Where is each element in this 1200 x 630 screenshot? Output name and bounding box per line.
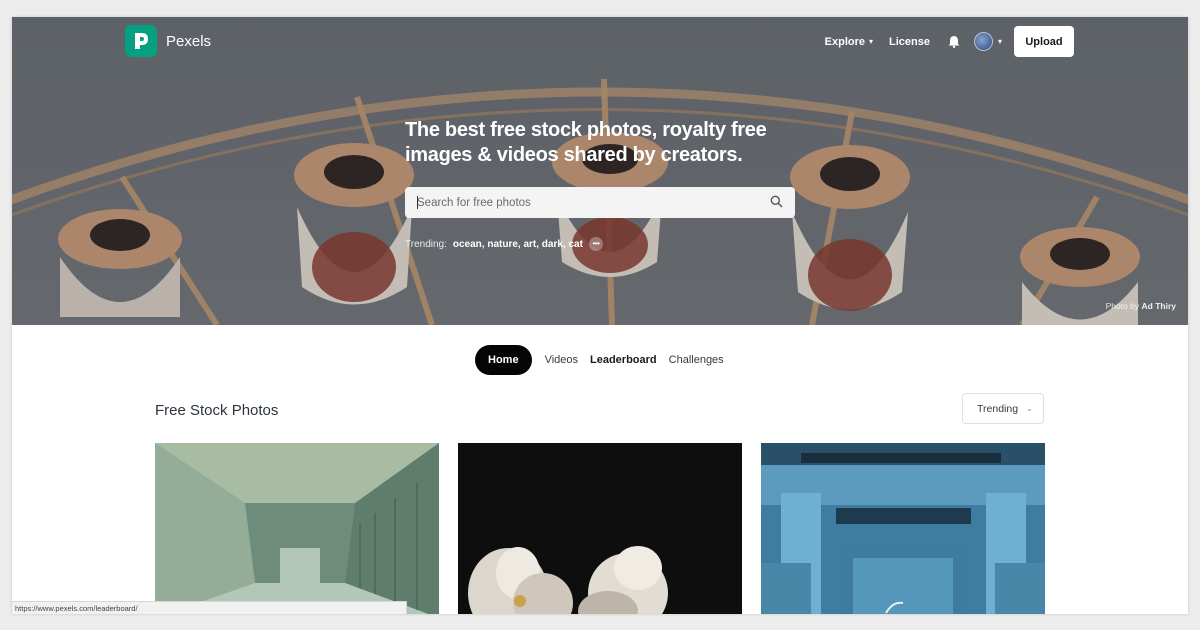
photo-card[interactable] [155,443,439,614]
explore-menu[interactable]: Explore ▾ [825,36,873,48]
license-link[interactable]: License [889,36,930,48]
trending-label: Trending: [405,238,447,250]
nav-actions: Explore ▾ License ▾ Upload [825,26,1074,57]
brand-name: Pexels [166,32,212,50]
browser-viewport: Pexels Explore ▾ License ▾ Upload The be… [12,17,1188,614]
hero-banner: Pexels Explore ▾ License ▾ Upload The be… [12,17,1188,325]
top-nav: Pexels Explore ▾ License ▾ Upload [12,17,1188,67]
credit-prefix: Photo by [1105,301,1140,311]
explore-label: Explore [824,35,865,48]
search-icon[interactable] [770,195,783,213]
section-title: Free Stock Photos [155,402,279,419]
upload-button[interactable]: Upload [1014,26,1074,57]
license-label: License [889,35,930,48]
search-input[interactable] [405,196,745,209]
content-tabs: Home Videos Leaderboard Challenges [475,345,736,375]
flowers-photo [458,443,742,614]
train-corridor-photo [155,443,439,614]
tab-videos[interactable]: Videos [545,354,578,366]
chevron-down-icon: ⌄ [1026,404,1033,413]
theater-photo [761,443,1045,614]
avatar [973,32,993,51]
chevron-down-icon: ▾ [997,37,1002,46]
sort-dropdown[interactable]: Trending ⌄ [962,393,1044,424]
logo[interactable]: Pexels [125,25,211,57]
chevron-down-icon: ▾ [869,37,874,46]
bell-icon[interactable] [948,35,960,48]
hero-headline: The best free stock photos, royalty free… [405,119,767,166]
photo-credit[interactable]: Photo by Ad Thiry [1106,301,1176,311]
sort-label: Trending [977,402,1019,415]
pexels-logo-icon [125,25,157,57]
photo-card[interactable] [458,443,742,614]
photo-card[interactable] [761,443,1045,614]
trending-searches: Trending: ocean, nature, art, dark, cat … [405,237,603,251]
tab-challenges[interactable]: Challenges [669,354,724,366]
trending-terms[interactable]: ocean, nature, art, dark, cat [453,239,583,250]
credit-author[interactable]: Ad Thiry [1142,301,1176,311]
tab-home[interactable]: Home [475,345,532,375]
status-bar-url: https://www.pexels.com/leaderboard/ [12,601,407,614]
more-dots-icon[interactable]: ••• [588,237,603,251]
tab-leaderboard[interactable]: Leaderboard [590,354,657,366]
account-menu[interactable]: ▾ [973,32,1002,51]
text-cursor [417,196,418,209]
search-bar[interactable] [405,187,795,218]
